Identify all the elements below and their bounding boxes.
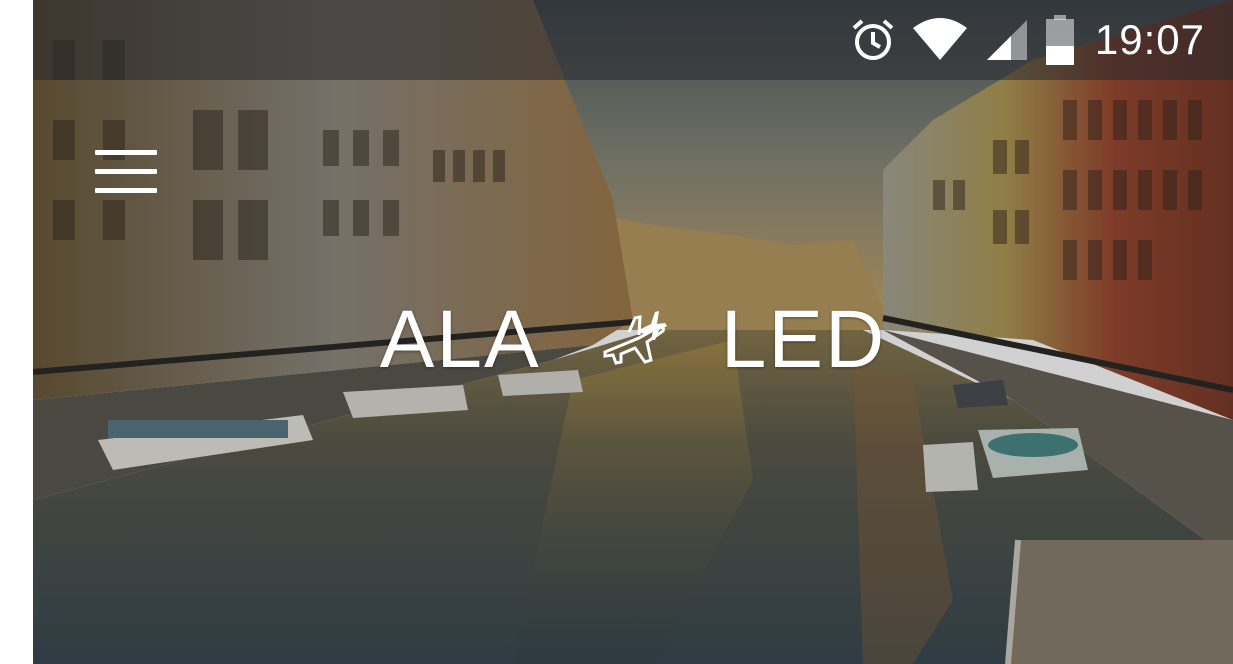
airplane-icon bbox=[599, 308, 669, 373]
hamburger-menu-icon[interactable] bbox=[87, 140, 167, 210]
battery-icon bbox=[1045, 14, 1075, 66]
status-bar: 19:07 bbox=[33, 0, 1233, 80]
origin-code: ALA bbox=[379, 294, 541, 385]
flight-route: ALA LED bbox=[33, 290, 1233, 390]
status-icons: 19:07 bbox=[849, 10, 1205, 70]
app-screen: 19:07 ALA LED bbox=[33, 0, 1233, 664]
status-time: 19:07 bbox=[1094, 16, 1205, 63]
destination-code: LED bbox=[720, 294, 887, 385]
wifi-icon bbox=[911, 16, 969, 64]
cellular-signal-icon bbox=[983, 16, 1031, 64]
alarm-icon bbox=[849, 16, 897, 64]
